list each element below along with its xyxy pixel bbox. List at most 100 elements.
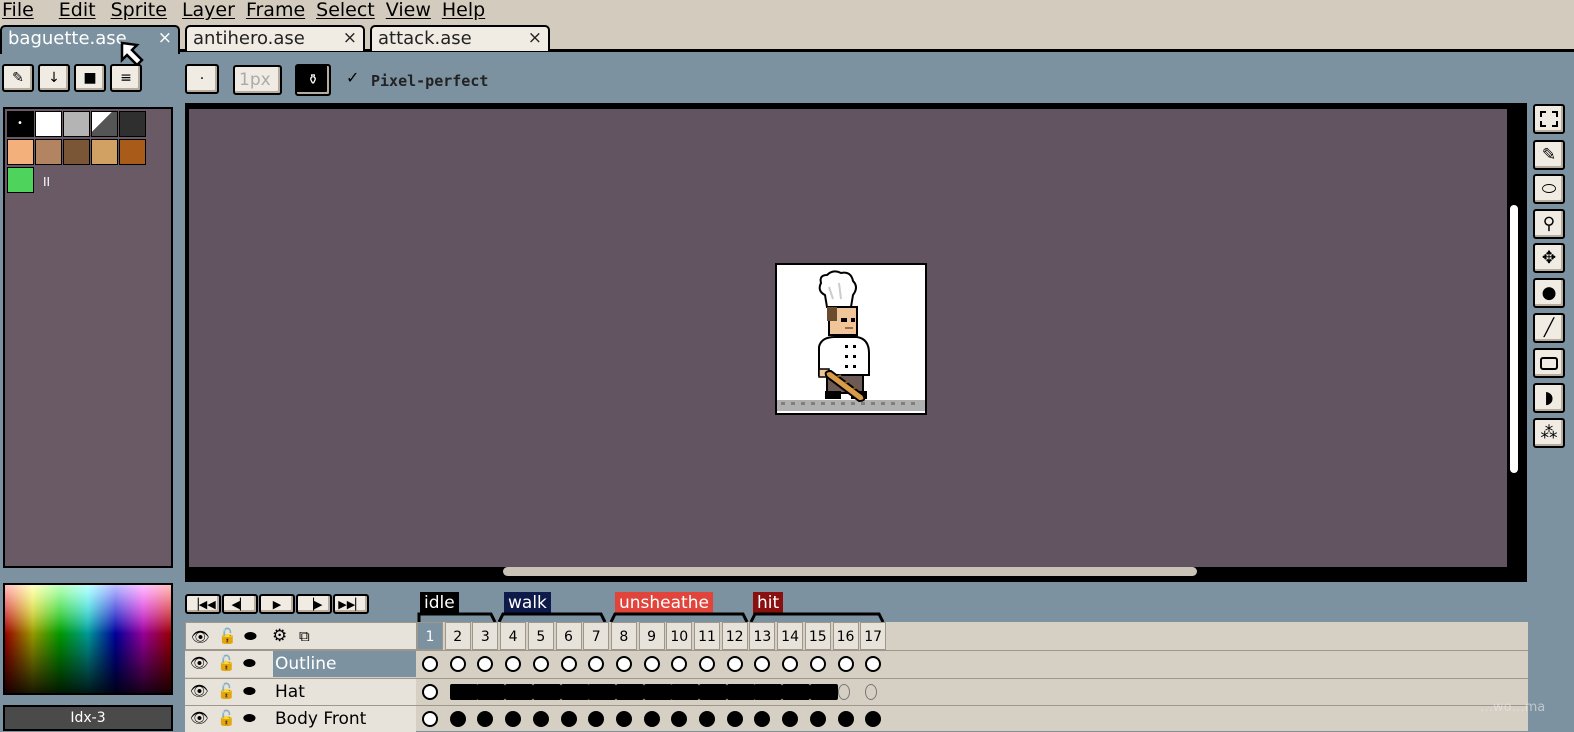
palette-swatch[interactable] xyxy=(7,139,34,165)
close-icon[interactable]: × xyxy=(158,27,172,50)
frame-header-cell[interactable]: 11 xyxy=(694,622,720,650)
color-spectrum[interactable] xyxy=(3,583,173,695)
cel[interactable] xyxy=(449,683,478,700)
palette-edit-button[interactable]: ✎ xyxy=(2,64,34,92)
palette-swatch[interactable] xyxy=(91,139,118,165)
eraser-tool-icon[interactable]: ⬭ xyxy=(1533,174,1565,204)
frame-header-cell[interactable]: 12 xyxy=(721,622,748,650)
cel[interactable] xyxy=(477,711,494,727)
menu-select[interactable]: Select xyxy=(314,0,384,22)
frame-header-cell[interactable]: 4 xyxy=(500,622,527,650)
cel[interactable] xyxy=(449,711,466,727)
layer-name[interactable]: Outline xyxy=(273,651,416,677)
cel[interactable] xyxy=(422,711,438,727)
cel[interactable] xyxy=(422,656,438,672)
menu-help[interactable]: Help xyxy=(440,0,494,22)
frame-header-cell[interactable]: 8 xyxy=(610,622,637,650)
gear-icon[interactable]: ⚙ xyxy=(272,626,287,646)
cel[interactable] xyxy=(671,711,688,727)
cel[interactable] xyxy=(505,683,534,700)
cel[interactable] xyxy=(754,711,771,727)
eyedropper-tool-icon[interactable]: ⚲ xyxy=(1533,209,1565,239)
tab-antihero[interactable]: antihero.ase × xyxy=(185,25,365,51)
frame-header-cell[interactable]: 3 xyxy=(472,622,499,650)
lock-icon[interactable]: 🔓 xyxy=(217,654,236,672)
eye-icon[interactable]: 👁 xyxy=(191,628,210,646)
palette-options-button[interactable]: ≡ xyxy=(110,64,142,92)
close-icon[interactable]: × xyxy=(343,27,357,50)
first-frame-button[interactable]: ▕◀◀ xyxy=(185,594,221,614)
canvas-viewport[interactable] xyxy=(189,109,1507,567)
eye-icon[interactable]: 👁 xyxy=(190,654,209,672)
frame-header-cell[interactable]: 14 xyxy=(777,622,804,650)
menu-frame[interactable]: Frame xyxy=(244,0,314,22)
frame-header-cell[interactable]: 10 xyxy=(666,622,693,650)
palette-swatch[interactable] xyxy=(35,139,62,165)
frame-header-cell[interactable]: 16 xyxy=(832,622,859,650)
cel[interactable] xyxy=(865,656,882,672)
frame-header-cell[interactable]: 1 xyxy=(417,622,443,650)
cel[interactable] xyxy=(865,683,878,700)
cel[interactable] xyxy=(643,683,672,700)
cel[interactable] xyxy=(837,683,850,700)
palette-swatch[interactable] xyxy=(7,167,34,193)
spray-tool-icon[interactable]: ⁂ xyxy=(1533,418,1565,448)
cel[interactable] xyxy=(532,656,549,672)
cel[interactable] xyxy=(505,656,522,672)
cel[interactable] xyxy=(615,656,632,672)
menu-view[interactable]: View xyxy=(384,0,440,22)
frame-header-cell[interactable]: 5 xyxy=(527,622,554,650)
cel[interactable] xyxy=(449,656,466,672)
layer-row[interactable]: 👁 🔓 ⬬ Hat xyxy=(185,677,1528,705)
marquee-tool-icon[interactable] xyxy=(1533,104,1565,134)
cel[interactable] xyxy=(699,683,727,700)
layer-row[interactable]: 👁 🔓 ⬬ Outline xyxy=(185,650,1528,677)
cel[interactable] xyxy=(615,711,632,727)
cel[interactable] xyxy=(532,683,561,700)
palette-swatch[interactable] xyxy=(119,139,146,165)
menu-sprite[interactable]: Sprite xyxy=(109,0,176,22)
cel[interactable] xyxy=(477,683,506,700)
layer-row[interactable]: 👁 🔓 ⬬ Body Front xyxy=(185,705,1528,732)
pencil-tool-icon[interactable]: ✎ xyxy=(1533,140,1565,170)
cel[interactable] xyxy=(505,711,522,727)
cel[interactable] xyxy=(588,656,605,672)
cel[interactable] xyxy=(699,711,715,727)
lock-icon[interactable]: 🔓 xyxy=(217,682,236,700)
frame-header-cell[interactable]: 6 xyxy=(555,622,582,650)
tab-attack[interactable]: attack.ase × xyxy=(370,25,550,51)
cel[interactable] xyxy=(865,711,882,727)
cel[interactable] xyxy=(726,683,755,700)
cel[interactable] xyxy=(560,711,577,727)
color-index-field[interactable]: Idx-3 xyxy=(3,705,173,731)
continuous-icon[interactable]: ⬬ xyxy=(243,654,256,672)
cel[interactable] xyxy=(754,656,771,672)
palette-swatch[interactable] xyxy=(119,111,146,137)
frame-header-cell[interactable]: 2 xyxy=(444,622,471,650)
lock-icon[interactable]: 🔓 xyxy=(217,709,236,727)
cel[interactable] xyxy=(782,683,811,700)
previous-frame-button[interactable]: ◀▏ xyxy=(222,594,258,614)
cel[interactable] xyxy=(809,711,826,727)
cel[interactable] xyxy=(754,683,783,700)
last-frame-button[interactable]: ▶▶▏ xyxy=(333,594,369,614)
palette-swatch[interactable] xyxy=(63,111,90,137)
sprite-canvas[interactable] xyxy=(775,263,927,415)
pixel-perfect-checkbox[interactable]: ✓ xyxy=(346,68,359,87)
palette-swatch[interactable] xyxy=(35,111,62,137)
cel[interactable] xyxy=(671,683,700,700)
eye-icon[interactable]: 👁 xyxy=(190,709,209,727)
menu-edit[interactable]: Edit xyxy=(57,0,105,22)
eye-icon[interactable]: 👁 xyxy=(190,682,209,700)
cel[interactable] xyxy=(560,683,589,700)
frame-header-cell[interactable]: 17 xyxy=(860,622,887,650)
cel[interactable] xyxy=(643,711,660,727)
menu-layer[interactable]: Layer xyxy=(180,0,244,22)
cel[interactable] xyxy=(699,656,715,672)
fill-tool-icon[interactable]: ● xyxy=(1533,278,1565,308)
play-button[interactable]: ▶ xyxy=(259,594,295,614)
lock-icon[interactable]: 🔓 xyxy=(218,627,237,645)
cel[interactable] xyxy=(837,711,854,727)
cel[interactable] xyxy=(782,711,799,727)
brush-size-field[interactable]: 1px xyxy=(233,65,282,95)
